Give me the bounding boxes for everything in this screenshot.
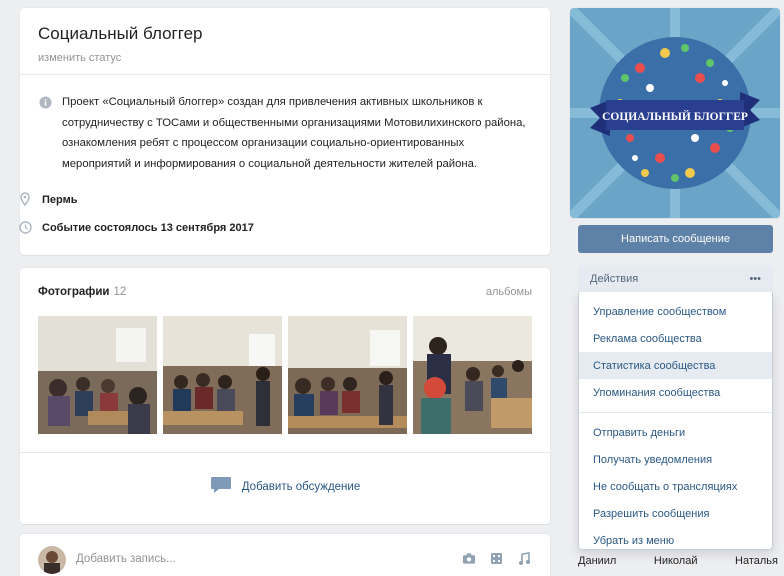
actions-dropdown[interactable]: Действия ••• <box>578 265 773 292</box>
divider <box>20 452 550 453</box>
member-name[interactable]: Даниил <box>578 555 616 567</box>
location-pin-icon <box>18 192 32 206</box>
menu-item-remove-from-menu[interactable]: Убрать из меню <box>579 527 772 554</box>
photos-block: Фотографии 12 альбомы Добавить обсуждени… <box>20 268 550 524</box>
post-composer: Добавить запись... <box>20 534 550 576</box>
city-text: Пермь <box>42 194 78 206</box>
add-discussion-button[interactable]: Добавить обсуждение <box>20 476 550 497</box>
menu-item-mentions[interactable]: Упоминания сообщества <box>579 379 772 406</box>
photos-title: Фотографии <box>38 286 110 298</box>
post-input[interactable]: Добавить запись... <box>76 553 176 565</box>
photo-thumbnail[interactable] <box>163 316 282 434</box>
menu-item-notifications[interactable]: Получать уведомления <box>579 446 772 473</box>
more-icon: ••• <box>749 272 761 285</box>
menu-item-allow-messages[interactable]: Разрешить сообщения <box>579 500 772 527</box>
albums-link[interactable]: альбомы <box>486 286 532 298</box>
members-row: Даниил Николай Наталья <box>578 555 778 567</box>
group-avatar[interactable]: СОЦИАЛЬНЫЙ БЛОГГЕР <box>570 8 780 218</box>
event-row: Событие состоялось 13 сентября 2017 <box>18 220 512 236</box>
photo-thumbnail[interactable] <box>413 316 532 434</box>
menu-item-send-money[interactable]: Отправить деньги <box>579 419 772 446</box>
change-status-link[interactable]: изменить статус <box>38 52 121 64</box>
photo-strip <box>38 316 532 434</box>
music-note-icon[interactable] <box>518 552 532 566</box>
menu-item-manage[interactable]: Управление сообществом <box>579 298 772 325</box>
photos-heading[interactable]: Фотографии 12 <box>38 286 126 298</box>
event-date-text: Событие состоялось 13 сентября 2017 <box>42 222 254 234</box>
menu-item-no-broadcasts[interactable]: Не сообщать о трансляциях <box>579 473 772 500</box>
add-discussion-label: Добавить обсуждение <box>241 480 361 493</box>
avatar <box>38 546 66 574</box>
clock-icon <box>18 220 32 234</box>
city-row: Пермь <box>18 192 512 208</box>
write-message-button[interactable]: Написать сообщение <box>578 225 773 253</box>
menu-item-ads[interactable]: Реклама сообщества <box>579 325 772 352</box>
actions-label: Действия <box>590 272 639 285</box>
photo-thumbnail[interactable] <box>38 316 157 434</box>
photo-thumbnail[interactable] <box>288 316 407 434</box>
member-name[interactable]: Наталья <box>735 555 778 567</box>
photos-count: 12 <box>113 286 127 298</box>
speech-bubble-icon <box>210 476 232 497</box>
cover-logo-text: СОЦИАЛЬНЫЙ БЛОГГЕР <box>602 109 748 123</box>
camera-icon[interactable] <box>462 552 476 566</box>
page-title: Социальный блоггер <box>38 24 203 43</box>
menu-item-statistics[interactable]: Статистика сообщества <box>579 352 772 379</box>
actions-menu: Управление сообществом Реклама сообществ… <box>578 292 773 550</box>
group-header: Социальный блоггер изменить статус <box>20 8 550 74</box>
info-icon <box>38 95 52 109</box>
post-attachments <box>462 552 532 566</box>
menu-divider <box>579 412 772 413</box>
description-row: Проект «Социальный блоггер» создан для п… <box>38 92 532 174</box>
video-icon[interactable] <box>490 552 504 566</box>
member-name[interactable]: Николай <box>654 555 698 567</box>
description-text: Проект «Социальный блоггер» создан для п… <box>62 96 526 170</box>
